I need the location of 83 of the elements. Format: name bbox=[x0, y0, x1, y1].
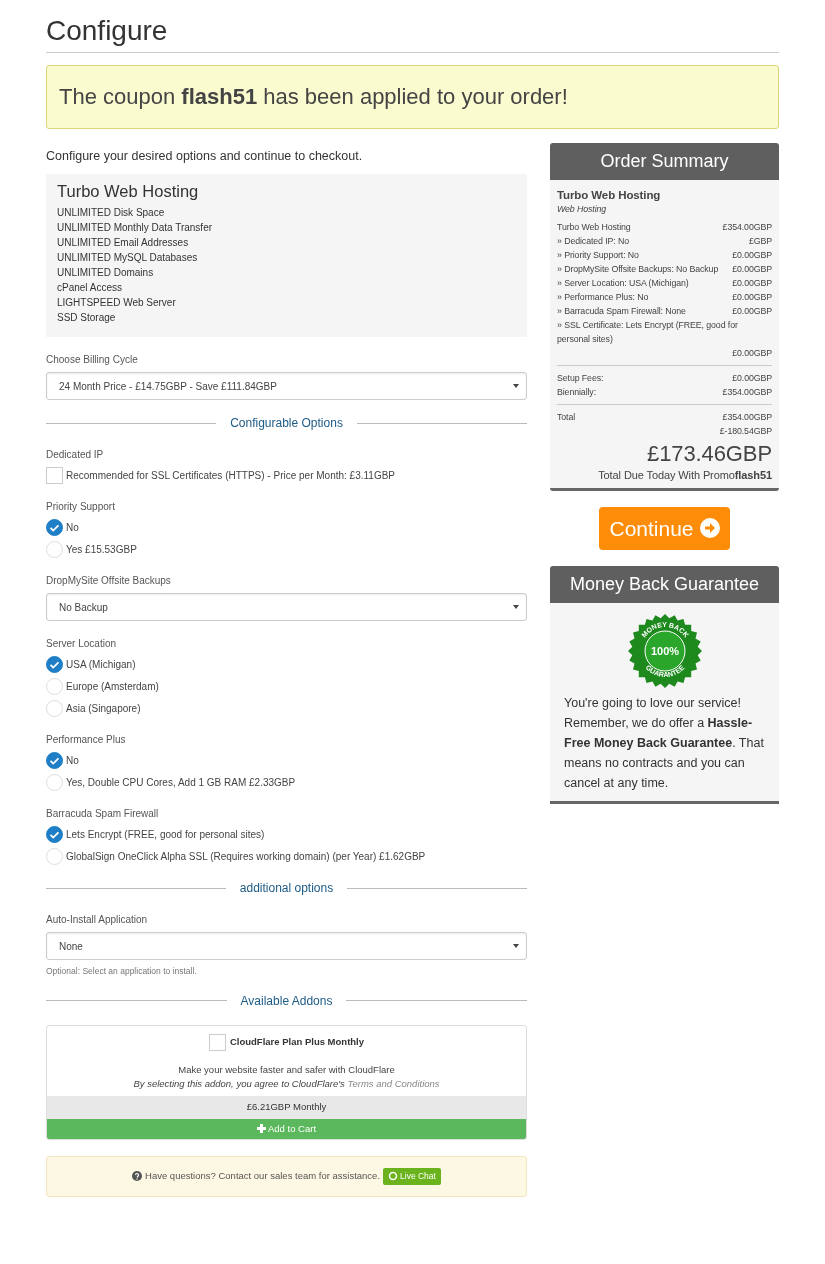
option-label: GlobalSign OneClick Alpha SSL (Requires working domain) (per Year) £1.62GBP bbox=[66, 850, 426, 865]
feature-item: UNLIMITED Monthly Data Transfer bbox=[57, 221, 214, 236]
option-label: No bbox=[66, 521, 79, 536]
line-item-price: £0.00GBP bbox=[732, 290, 772, 304]
line-item-price: £0.00GBP bbox=[732, 346, 772, 360]
field-label: Barracuda Spam Firewall bbox=[46, 807, 160, 822]
field-label: Dedicated IP bbox=[46, 448, 105, 463]
coupon-alert: The coupon flash51 has been applied to your order! bbox=[46, 64, 779, 129]
page-title: Configure bbox=[46, 14, 779, 53]
radio-button[interactable] bbox=[46, 656, 63, 674]
line-item-label: Biennially: bbox=[557, 385, 596, 399]
option-label: Yes, Double CPU Cores, Add 1 GB RAM £2.33GBP bbox=[66, 776, 296, 791]
line-item-label: » SSL Certificate: Lets Encrypt (FREE, good for personal sites) bbox=[557, 318, 739, 346]
checkbox[interactable] bbox=[46, 467, 63, 485]
feature-item: UNLIMITED Email Addresses bbox=[57, 236, 190, 251]
option-label: Europe (Amsterdam) bbox=[66, 680, 159, 695]
feature-item: UNLIMITED Domains bbox=[57, 266, 155, 281]
product-group: Web Hosting bbox=[557, 201, 772, 216]
line-item-price: £0.00GBP bbox=[732, 276, 772, 290]
radio-button[interactable] bbox=[46, 752, 63, 770]
field-label: Priority Support bbox=[46, 500, 116, 515]
intro-text: Configure your desired options and continue to checkout. bbox=[46, 147, 364, 165]
option-label: USA (Michigan) bbox=[66, 658, 136, 673]
feature-item: SSD Storage bbox=[57, 311, 117, 326]
line-item-price: £GBP bbox=[748, 234, 772, 248]
feature-item: LIGHTSPEED Web Server bbox=[57, 296, 177, 311]
line-item-label: » DropMySite Offsite Backups: No Backup bbox=[557, 262, 719, 276]
guarantee-text: You're going to love our service! Remember, we do offer a Hassle-Free Money Back Guarantee. That means no contracts and you can cancel at any time. bbox=[564, 695, 765, 793]
field-label: Choose Billing Cycle bbox=[46, 353, 139, 368]
total-due: £173.46GBP bbox=[646, 439, 772, 468]
addon-description: Make your website faster and safer with CloudFlare bbox=[177, 1062, 396, 1077]
billing-cycle-select[interactable]: 24 Month Price - £14.75GBP - Save £111.84GBP bbox=[46, 372, 527, 401]
checkbox[interactable] bbox=[208, 1033, 226, 1051]
line-item-price: £354.00GBP bbox=[722, 385, 772, 399]
panel-header: Order Summary bbox=[550, 142, 779, 180]
feature-item: cPanel Access bbox=[57, 281, 124, 296]
arrow-right-icon bbox=[699, 518, 720, 539]
question-icon bbox=[132, 1171, 143, 1182]
field-label: DropMySite Offsite Backups bbox=[46, 574, 172, 589]
section-heading: Available Addons bbox=[240, 992, 333, 1010]
line-item-price: £354.00GBP bbox=[722, 220, 772, 234]
field-label: Server Location bbox=[46, 637, 118, 652]
total-label: Total bbox=[557, 410, 576, 424]
section-heading: Configurable Options bbox=[230, 415, 343, 433]
select-field[interactable]: No Backup bbox=[46, 593, 527, 622]
line-item-label: » Server Location: USA (Michigan) bbox=[557, 276, 689, 290]
line-item-label: » Barracuda Spam Firewall: None bbox=[557, 304, 686, 318]
line-item-label: Setup Fees: bbox=[557, 371, 604, 385]
product-name: Turbo Web Hosting bbox=[557, 187, 662, 202]
help-text: Optional: Select an application to install. bbox=[46, 965, 198, 978]
line-item-price: £0.00GBP bbox=[732, 371, 772, 385]
line-item-label: » Dedicated IP: No bbox=[557, 234, 630, 248]
chat-icon bbox=[388, 1171, 399, 1182]
total-value: £-180.54GBP bbox=[719, 424, 772, 438]
field-label: Performance Plus bbox=[46, 733, 127, 748]
checkbox-option[interactable]: Recommended for SSL Certificates (HTTPS) - Price per Month: £3.11GBP bbox=[46, 467, 527, 485]
help-text: Have questions? Contact our sales team for assistance. bbox=[145, 1169, 381, 1184]
plus-icon bbox=[256, 1124, 266, 1134]
line-item-price: £0.00GBP bbox=[732, 248, 772, 262]
addon-name: CloudFlare Plan Plus Monthly bbox=[229, 1035, 365, 1050]
radio-button[interactable] bbox=[46, 826, 63, 844]
line-item-price: £0.00GBP bbox=[732, 304, 772, 318]
product-name: Turbo Web Hosting bbox=[57, 182, 200, 203]
option-label: Asia (Singapore) bbox=[66, 702, 141, 717]
section-heading: additional options bbox=[239, 880, 334, 898]
terms-link[interactable]: Terms and Conditions bbox=[347, 1078, 440, 1090]
addon-price: £6.21GBP Monthly bbox=[47, 1096, 526, 1119]
option-label: Lets Encrypt (FREE, good for personal sites) bbox=[66, 828, 265, 843]
total-due-note: Total Due Today With Promoflash51 bbox=[597, 467, 772, 482]
option-label: Yes £15.53GBP bbox=[66, 543, 137, 558]
field-label: Auto-Install Application bbox=[46, 913, 149, 928]
radio-button[interactable] bbox=[46, 519, 63, 537]
feature-item: UNLIMITED Disk Space bbox=[57, 206, 166, 221]
option-label: No bbox=[66, 754, 79, 769]
panel-header: Money Back Guarantee bbox=[550, 566, 779, 604]
line-item-label: » Performance Plus: No bbox=[557, 290, 649, 304]
line-item-label: Turbo Web Hosting bbox=[557, 220, 631, 234]
terms-text: By selecting this addon, you agree to CloudFlare's Terms and Conditions bbox=[132, 1077, 441, 1092]
line-item-price: £0.00GBP bbox=[732, 262, 772, 276]
total-value: £354.00GBP bbox=[721, 410, 772, 424]
feature-item: UNLIMITED MySQL Databases bbox=[57, 251, 199, 266]
application-select[interactable]: None bbox=[46, 932, 527, 961]
line-item-label: » Priority Support: No bbox=[557, 248, 639, 262]
